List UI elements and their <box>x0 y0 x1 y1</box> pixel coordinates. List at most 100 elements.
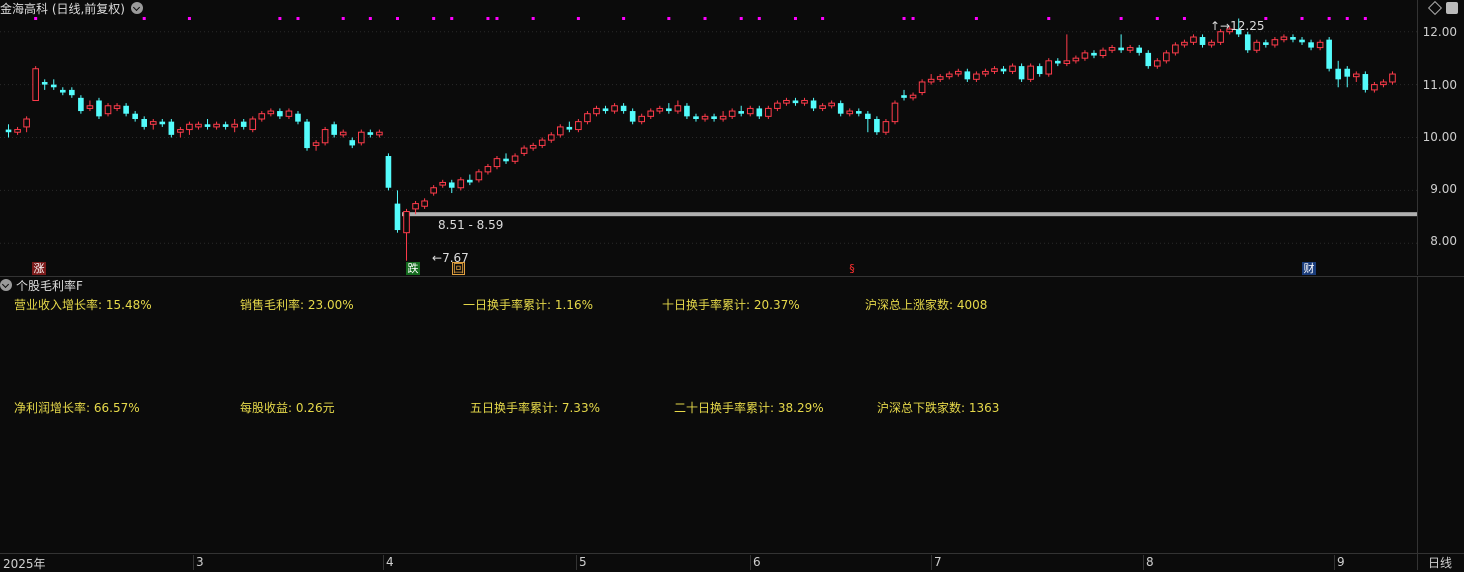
high-value: 12.25 <box>1230 19 1265 33</box>
time-axis: 2025年 3 4 5 6 7 8 9 <box>0 553 1464 571</box>
candle-body <box>891 102 899 123</box>
signal-dot <box>911 17 915 20</box>
candle-body <box>467 179 473 183</box>
candle <box>666 103 672 114</box>
candle <box>1380 79 1387 88</box>
candle-body <box>711 116 717 119</box>
candle-body <box>1190 36 1197 43</box>
candle <box>964 68 971 82</box>
candle <box>5 124 12 138</box>
candle <box>467 174 473 186</box>
advancers-count: 沪深总上涨家数: 4008 <box>865 298 988 312</box>
stock-title: 金海高科 (日线,前复权) <box>0 1 125 16</box>
candle-body <box>566 126 573 130</box>
signal-dot <box>187 17 191 20</box>
candle-body <box>367 132 374 135</box>
candle-body <box>1263 42 1269 45</box>
candle <box>945 71 953 80</box>
candle-body <box>1389 73 1396 83</box>
candle-body <box>1362 74 1369 90</box>
candle <box>213 121 220 130</box>
candle-body <box>656 107 664 112</box>
candle <box>1362 71 1369 93</box>
candle-body <box>1299 39 1305 43</box>
chevron-down-icon[interactable] <box>0 279 12 291</box>
candle <box>1045 58 1053 77</box>
candle <box>1280 34 1288 43</box>
price-tick: 8.00 <box>1430 234 1457 248</box>
signal-dot <box>486 17 490 20</box>
candle-body <box>1081 52 1089 59</box>
candle-body <box>620 105 627 112</box>
candle-body <box>801 99 808 104</box>
signal-dot <box>142 17 146 20</box>
limit-down-marker[interactable]: 跌 <box>406 262 420 275</box>
candle-body <box>1018 66 1025 80</box>
price-axis: 12.00 11.00 10.00 9.00 8.00 <box>1417 0 1464 275</box>
candle <box>1091 50 1097 59</box>
candle <box>141 116 148 130</box>
signal-dot <box>1047 17 1051 20</box>
candle-body <box>719 115 727 120</box>
candle <box>357 129 365 146</box>
candle <box>711 113 717 122</box>
month-divider <box>1417 555 1418 570</box>
price-tick: 11.00 <box>1422 78 1457 92</box>
candle-body <box>113 105 121 109</box>
candle <box>1081 50 1089 61</box>
candle <box>1263 39 1269 48</box>
turnover-20d: 二十日换手率累计: 38.29% <box>674 401 824 415</box>
finance-marker[interactable]: 财 <box>1302 262 1316 275</box>
chevron-down-icon[interactable] <box>131 2 143 14</box>
candle-body <box>756 108 763 117</box>
candle-body <box>738 111 745 114</box>
signal-dot <box>278 17 282 20</box>
signal-dot <box>974 17 978 20</box>
candle-body <box>684 105 690 117</box>
candle-body <box>701 115 709 120</box>
signal-dot <box>1300 17 1304 20</box>
candle <box>936 74 944 82</box>
candle-body <box>520 147 528 154</box>
candle-body <box>1000 68 1007 72</box>
limit-up-marker[interactable]: 涨 <box>32 262 46 275</box>
signal-dot <box>1327 17 1331 20</box>
candle <box>511 153 519 164</box>
candle <box>23 116 30 133</box>
turnover-10d: 十日换手率累计: 20.37% <box>662 298 800 312</box>
candle <box>728 108 736 119</box>
candle-body <box>837 103 844 114</box>
candle <box>1018 63 1025 82</box>
candle <box>430 185 437 196</box>
candle-body <box>629 111 636 122</box>
candle-body <box>1036 66 1043 75</box>
event-marker[interactable]: § <box>845 262 859 275</box>
candle <box>78 95 84 114</box>
low-annotation: ←7.67 <box>432 251 469 265</box>
signal-dot <box>1119 17 1123 20</box>
eps: 每股收益: 0.26元 <box>240 401 335 415</box>
candle-body <box>503 158 509 162</box>
candle <box>503 153 509 164</box>
signal-dot <box>622 17 626 20</box>
candle-body <box>982 70 989 75</box>
candle <box>1036 63 1043 77</box>
candle-body <box>240 121 247 127</box>
candlestick-chart[interactable] <box>0 0 1417 275</box>
candle-body <box>828 102 835 107</box>
candle-body <box>1045 60 1053 75</box>
candle-body <box>385 156 392 188</box>
candle-body <box>5 129 12 133</box>
candle <box>1208 39 1215 48</box>
month-divider <box>383 555 384 570</box>
candle-body <box>376 131 383 136</box>
candle-body <box>1371 84 1378 91</box>
candle <box>331 121 337 138</box>
candle <box>656 105 664 114</box>
support-range-label: 8.51 - 8.59 <box>438 218 504 232</box>
candle <box>901 89 907 101</box>
candle-body <box>448 182 455 188</box>
period-label[interactable]: 日线 <box>1428 554 1452 571</box>
candle-body <box>584 113 591 123</box>
candle-body <box>1199 37 1206 45</box>
